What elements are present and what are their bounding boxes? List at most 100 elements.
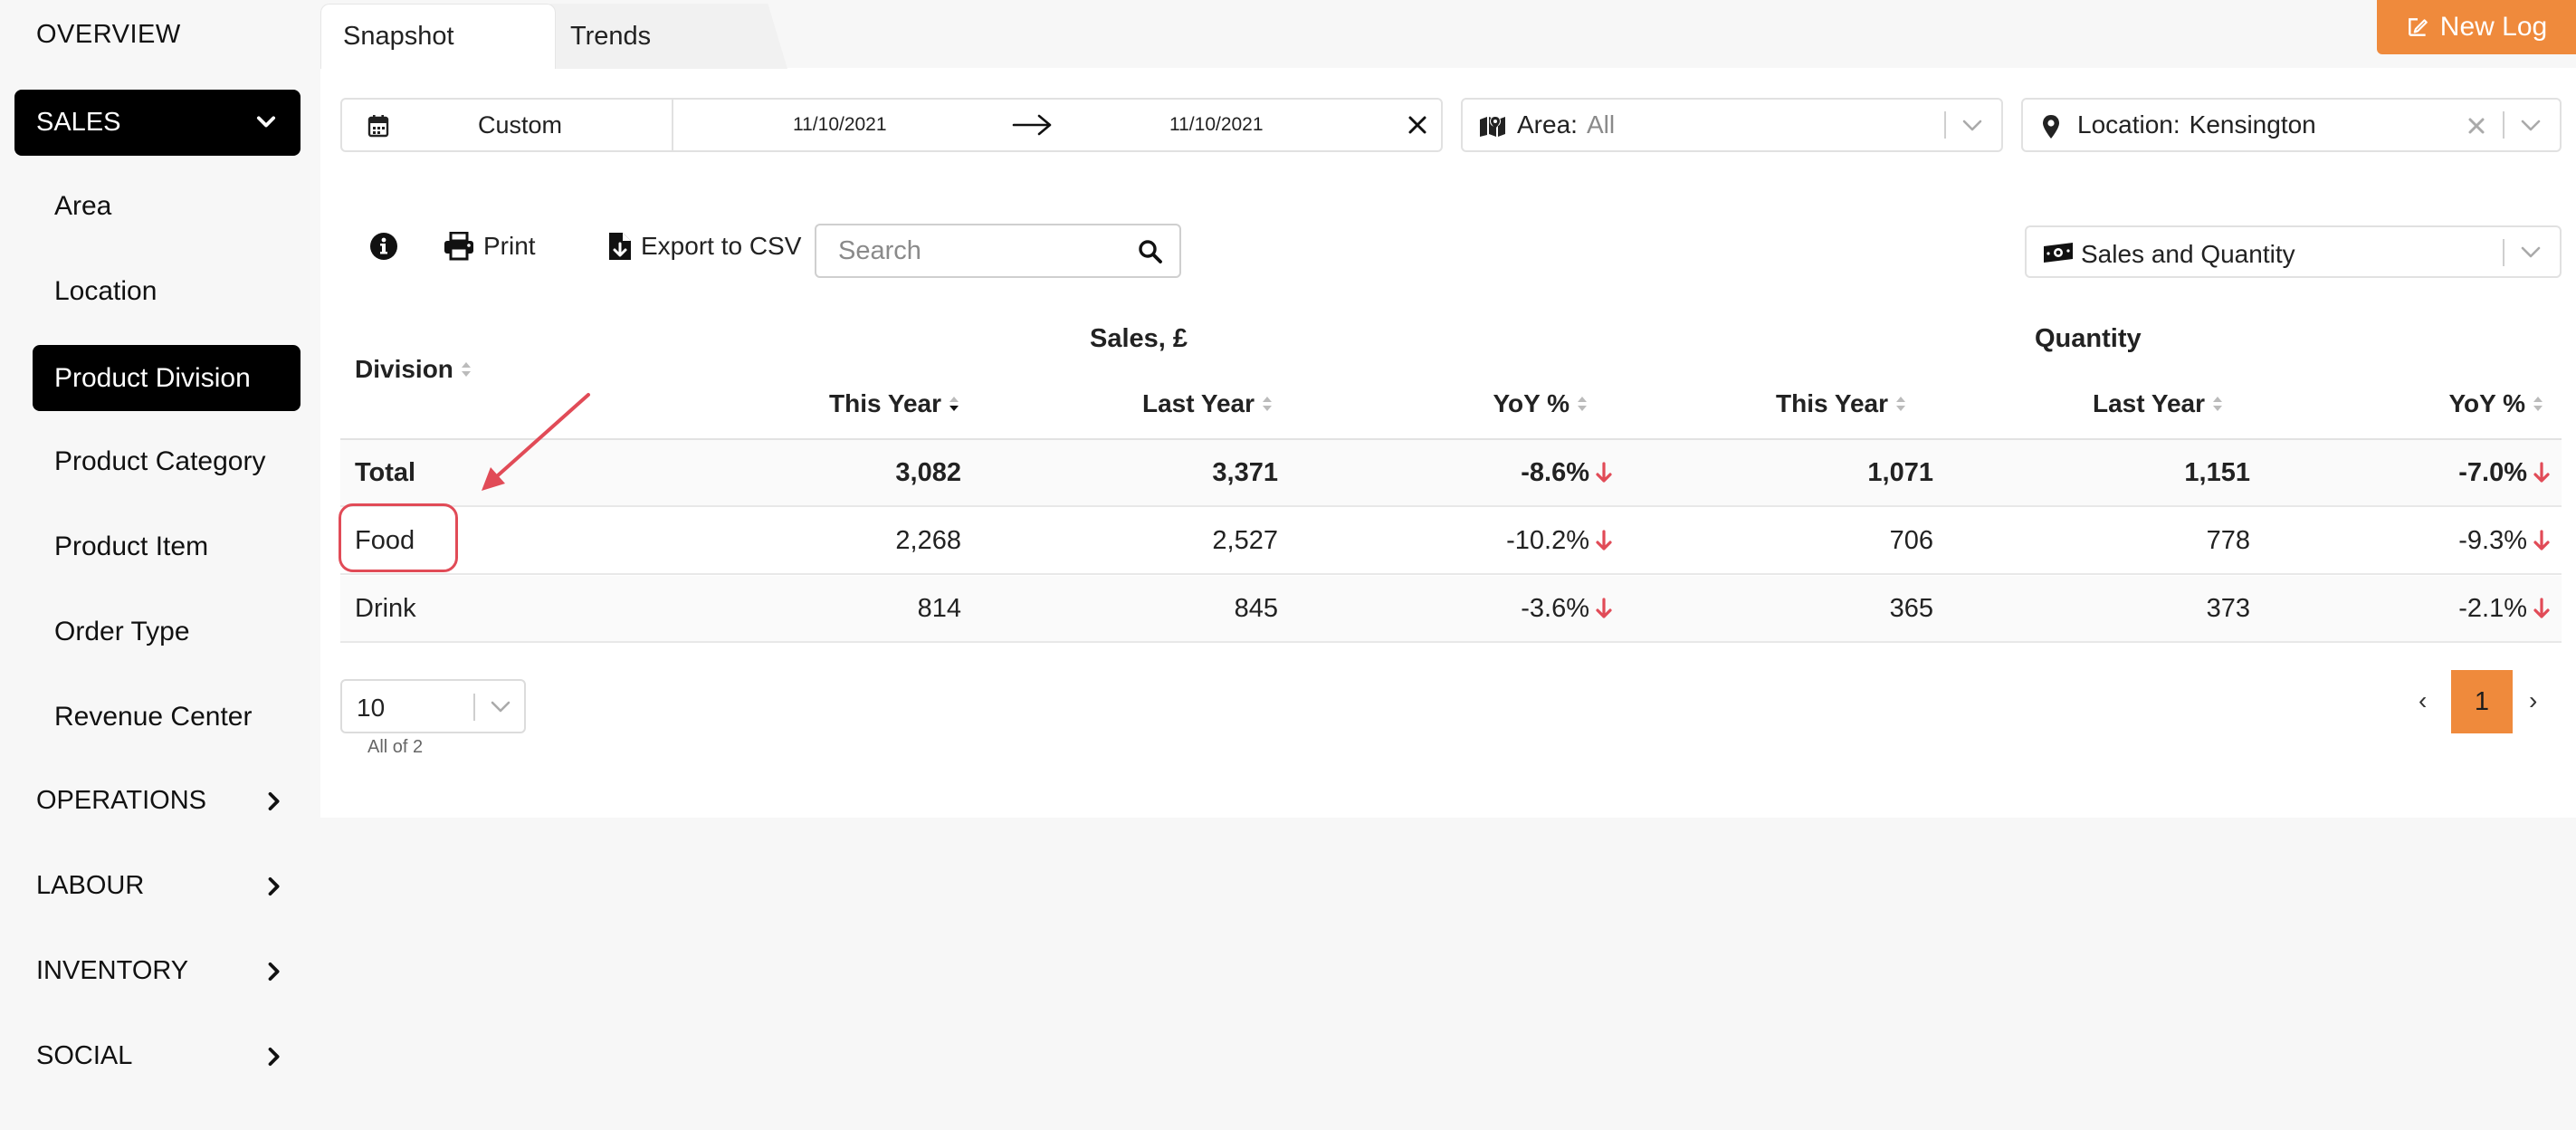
sort-icon [1578, 397, 1587, 411]
yoy-value: -7.0% [2458, 457, 2527, 487]
sort-desc-icon [949, 397, 959, 411]
col-sales-last-year[interactable]: Last Year [1023, 389, 1274, 418]
sort-icon [461, 362, 471, 377]
nav-social-label: SOCIAL [36, 1041, 133, 1070]
chevron-down-icon [1962, 120, 1982, 131]
nav-labour-label: LABOUR [36, 871, 145, 900]
results-summary: All of 2 [367, 737, 424, 757]
col-division[interactable]: Division [355, 355, 473, 384]
search-input[interactable] [838, 236, 1128, 266]
col-qty-last-year-label: Last Year [2092, 389, 2205, 417]
edit-icon [2408, 18, 2428, 36]
pagination-prev[interactable]: ‹ [2419, 686, 2427, 715]
yoy-value: -10.2% [1506, 525, 1589, 555]
yoy-value: -2.1% [2458, 593, 2527, 623]
metric-select-value: Sales and Quantity [2081, 240, 2295, 268]
nav-social[interactable]: SOCIAL [36, 1041, 281, 1071]
sidebar-item-area[interactable]: Area [33, 173, 301, 239]
sidebar-item-product-category[interactable]: Product Category [33, 428, 301, 494]
nav-inventory[interactable]: INVENTORY [36, 956, 281, 986]
nav-labour[interactable]: LABOUR [36, 871, 281, 901]
nav-inventory-label: INVENTORY [36, 956, 189, 985]
arrow-down-icon [1596, 462, 1612, 483]
col-qty-this-year[interactable]: This Year [1660, 389, 1908, 418]
col-sales-yoy[interactable]: YoY % [1340, 389, 1589, 418]
search-icon[interactable] [1138, 239, 1163, 264]
col-sales-last-year-label: Last Year [1141, 389, 1255, 417]
arrow-down-icon [1596, 598, 1612, 618]
location-filter-text: Location: Kensington [2077, 110, 2316, 139]
pagination-page-1[interactable]: 1 [2451, 670, 2513, 733]
close-icon[interactable] [1407, 114, 1428, 136]
arrow-down-icon [2533, 462, 2550, 483]
page-size-select[interactable]: 10 [340, 679, 526, 733]
col-qty-yoy[interactable]: YoY % [2295, 389, 2545, 418]
table-row-total[interactable]: Total 3,082 3,371 -8.6% 1,071 1,151 -7.0… [340, 440, 2562, 507]
annotation-highlight-circle [339, 503, 458, 572]
cell-division: Drink [355, 593, 416, 623]
area-label: Area: [1517, 110, 1578, 139]
clear-icon[interactable] [2466, 116, 2486, 136]
new-log-button[interactable]: New Log [2377, 0, 2576, 54]
nav-operations[interactable]: OPERATIONS [36, 786, 281, 816]
tab-trends[interactable]: Trends [543, 4, 787, 69]
sort-icon [1896, 397, 1905, 411]
location-label: Location: [2077, 110, 2180, 139]
cell-sales-yoy: -10.2% [1336, 508, 1613, 573]
info-button[interactable] [369, 232, 398, 261]
sidebar-item-product-item[interactable]: Product Item [33, 513, 301, 579]
cell-qty-last-year: 373 [2206, 593, 2250, 623]
cell-sales-this-year: 814 [917, 593, 961, 623]
money-icon [2044, 243, 2073, 263]
arrow-down-icon [2533, 598, 2550, 618]
col-sales-this-year-label: This Year [828, 389, 941, 417]
cell-division: Total [355, 457, 416, 487]
col-sales-this-year[interactable]: This Year [706, 389, 961, 418]
area-filter[interactable]: Area: All [1461, 98, 2003, 152]
date-range-filter[interactable]: Custom 11/10/2021 11/10/2021 [340, 98, 1443, 152]
search-box[interactable] [815, 224, 1181, 278]
col-sales-yoy-label: YoY % [1493, 389, 1569, 417]
annotation-arrow [482, 393, 590, 491]
print-button[interactable]: Print [444, 232, 536, 261]
cell-sales-yoy: -8.6% [1336, 440, 1613, 505]
chevron-down-icon [491, 701, 510, 713]
chevron-down-icon [256, 116, 276, 128]
metric-select[interactable]: Sales and Quantity [2025, 225, 2562, 278]
table-row-food[interactable]: Food 2,268 2,527 -10.2% 706 778 -9.3% [340, 508, 2562, 575]
pagination-next[interactable]: › [2529, 686, 2537, 715]
sidebar-item-product-division[interactable]: Product Division [33, 345, 301, 411]
yoy-value: -3.6% [1521, 593, 1589, 623]
divider [2503, 111, 2504, 139]
nav-sales[interactable]: SALES [14, 90, 301, 156]
map-icon [1480, 116, 1505, 137]
sidebar-item-order-type[interactable]: Order Type [33, 599, 301, 665]
tab-snapshot[interactable]: Snapshot [320, 4, 556, 69]
cell-sales-last-year: 845 [1234, 593, 1278, 623]
cell-qty-this-year: 706 [1889, 525, 1933, 555]
sidebar-item-revenue-center[interactable]: Revenue Center [33, 684, 301, 750]
divider [672, 100, 673, 150]
divider [1944, 111, 1946, 139]
location-value: Kensington [2189, 110, 2316, 139]
sidebar: OVERVIEW SALES Area Location Product Div… [0, 0, 308, 1130]
cell-qty-this-year: 1,071 [1867, 457, 1933, 487]
export-csv-button[interactable]: Export to CSV [608, 232, 801, 261]
sort-icon [2533, 397, 2543, 411]
sidebar-item-location[interactable]: Location [33, 258, 301, 324]
col-qty-last-year[interactable]: Last Year [1977, 389, 2225, 418]
cell-sales-yoy: -3.6% [1336, 576, 1613, 641]
divider [473, 694, 475, 721]
arrow-right-icon [1012, 114, 1052, 136]
nav-overview[interactable]: OVERVIEW [36, 20, 181, 50]
calendar-icon [367, 115, 389, 138]
period-select[interactable]: Custom [478, 111, 562, 139]
group-header-sales: Sales, £ [1090, 324, 1188, 353]
cell-qty-yoy: -9.3% [2286, 508, 2551, 573]
group-header-quantity: Quantity [2035, 324, 2142, 353]
table-row-drink[interactable]: Drink 814 845 -3.6% 365 373 -2.1% [340, 576, 2562, 643]
date-to[interactable]: 11/10/2021 [1169, 114, 1264, 136]
date-from[interactable]: 11/10/2021 [793, 114, 887, 136]
chevron-down-icon [2521, 120, 2541, 131]
location-filter[interactable]: Location: Kensington [2021, 98, 2562, 152]
